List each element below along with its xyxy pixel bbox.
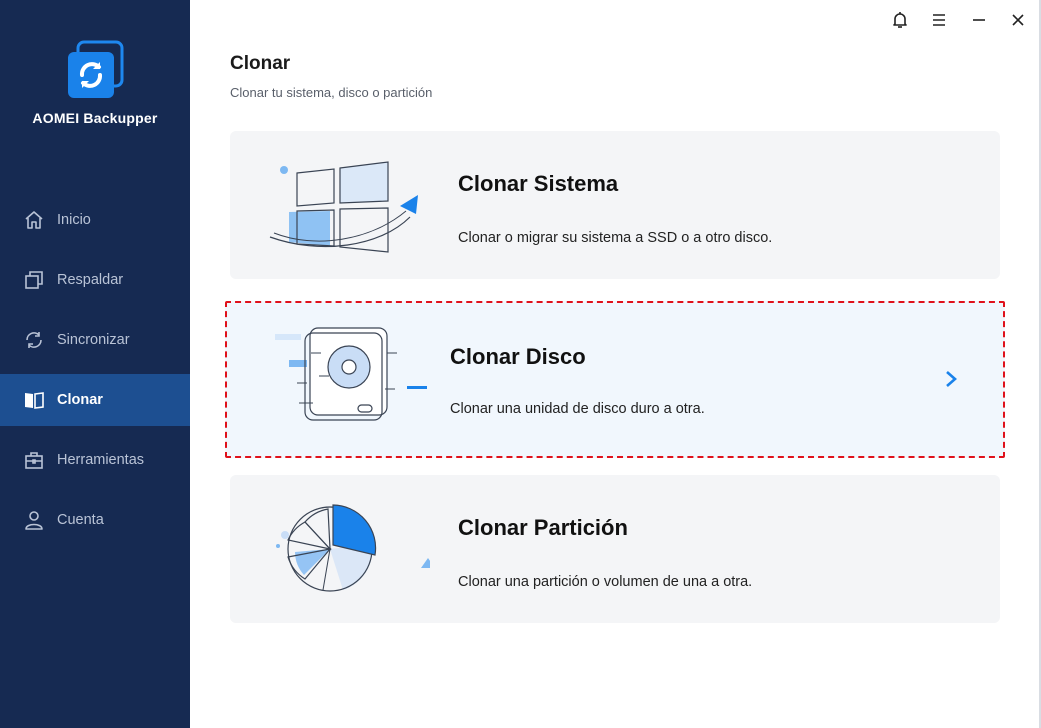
pie-partition-illustration	[276, 504, 430, 592]
close-icon[interactable]	[1007, 9, 1029, 31]
backup-icon	[25, 271, 43, 289]
sync-icon	[26, 332, 42, 348]
sidebar-item-respaldar[interactable]: Respaldar	[0, 254, 190, 306]
main-panel: Clonar Clonar tu sistema, disco o partic…	[190, 0, 1041, 728]
card-description: Clonar una unidad de disco duro a otra.	[450, 401, 705, 417]
bell-icon[interactable]	[889, 9, 911, 31]
toolbox-icon	[25, 452, 43, 469]
sidebar-item-inicio[interactable]: Inicio	[0, 194, 190, 246]
sidebar-item-label: Inicio	[57, 212, 91, 228]
sidebar-item-sincronizar[interactable]: Sincronizar	[0, 314, 190, 366]
app-logo: AOMEI Backupper	[0, 38, 190, 138]
windows-migrate-illustration	[269, 161, 418, 253]
sidebar-item-cuenta[interactable]: Cuenta	[0, 494, 190, 546]
sidebar: AOMEI Backupper Inicio Respaldar Sincron…	[0, 0, 190, 728]
sidebar-item-label: Clonar	[57, 392, 103, 408]
sidebar-item-label: Cuenta	[57, 512, 104, 528]
sync-arrows-icon	[68, 40, 124, 98]
card-title: Clonar Sistema	[458, 171, 619, 196]
page-title: Clonar	[230, 53, 291, 74]
sidebar-item-clonar[interactable]: Clonar	[0, 374, 190, 426]
menu-icon[interactable]	[928, 9, 950, 31]
hard-disk-illustration	[275, 327, 427, 421]
minimize-icon[interactable]	[968, 9, 990, 31]
chevron-right-icon[interactable]	[943, 369, 959, 389]
user-icon	[25, 511, 43, 530]
clone-partition-card[interactable]: Clonar Partición Clonar una partición o …	[230, 475, 1000, 623]
card-description: Clonar una partición o volumen de una a …	[458, 574, 753, 590]
sidebar-item-label: Herramientas	[57, 452, 145, 468]
sidebar-item-label: Sincronizar	[57, 332, 130, 348]
clone-disk-card[interactable]: Clonar Disco Clonar una unidad de disco …	[225, 301, 1005, 458]
card-description: Clonar o migrar su sistema a SSD o a otr…	[458, 230, 773, 246]
sidebar-item-label: Respaldar	[57, 272, 124, 288]
sidebar-item-herramientas[interactable]: Herramientas	[0, 434, 190, 486]
home-icon	[25, 211, 43, 229]
card-title: Clonar Disco	[450, 344, 586, 369]
clone-system-card[interactable]: Clonar Sistema Clonar o migrar su sistem…	[230, 131, 1000, 279]
app-name: AOMEI Backupper	[32, 110, 158, 126]
page-subtitle: Clonar tu sistema, disco o partición	[230, 85, 433, 100]
card-title: Clonar Partición	[458, 515, 628, 540]
clone-icon	[25, 392, 44, 409]
